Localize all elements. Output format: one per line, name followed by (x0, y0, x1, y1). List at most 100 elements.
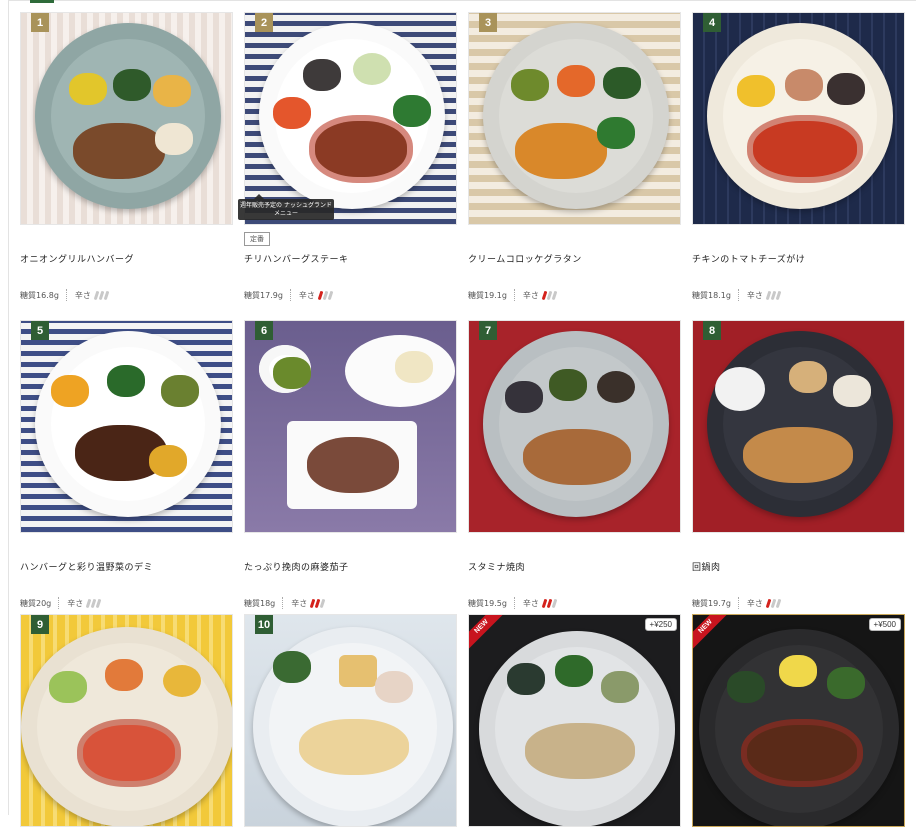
spice-label: 辛さ (746, 290, 763, 300)
menu-name[interactable]: クリームコロッケグラタン (468, 252, 582, 265)
spice-rating (765, 598, 782, 608)
spice-label: 辛さ (298, 290, 315, 300)
menu-card[interactable]: 9 (20, 614, 233, 827)
carb-prefix: 糖質 (692, 598, 708, 608)
rank-badge: 4 (703, 13, 721, 32)
menu-card[interactable]: 7 スタミナ焼肉 糖質 19.5g 辛さ (468, 320, 681, 609)
menu-meta: 糖質 17.9g 辛さ (244, 289, 334, 301)
price-badge: +¥500 (868, 618, 901, 631)
menu-name[interactable]: ハンバーグと彩り温野菜のデミ (20, 560, 153, 573)
carb-value: 19.1g (484, 290, 507, 300)
menu-name[interactable]: チキンのトマトチーズがけ (692, 252, 805, 265)
carb-value: 18g (260, 598, 276, 608)
carb-value: 19.5g (484, 598, 507, 608)
divider (289, 289, 292, 301)
divider (737, 289, 740, 301)
spice-label: 辛さ (67, 598, 84, 608)
carb-value: 19.7g (708, 598, 731, 608)
divider (513, 289, 516, 301)
spice-rating (765, 290, 782, 300)
carb-value: 18.1g (708, 290, 731, 300)
menu-photo[interactable]: 7 (468, 320, 681, 533)
carb-prefix: 糖質 (244, 598, 260, 608)
menu-photo[interactable]: 2 (244, 12, 457, 225)
menu-photo[interactable]: 5 (20, 320, 233, 533)
menu-card[interactable]: NEW +¥250 (468, 614, 681, 827)
menu-meta: 糖質 18.1g 辛さ (692, 289, 782, 301)
chili-icon (551, 598, 558, 608)
chili-icon (775, 290, 782, 300)
rank-badge: 7 (479, 321, 497, 340)
menu-name[interactable]: オニオングリルハンバーグ (20, 252, 134, 265)
rank-badge: 9 (31, 615, 49, 634)
rank-badge: 2 (255, 13, 273, 32)
spice-rating (85, 598, 102, 608)
spice-label: 辛さ (522, 290, 539, 300)
spice-rating (317, 290, 334, 300)
carb-prefix: 糖質 (468, 598, 484, 608)
chili-icon (95, 598, 102, 608)
menu-photo[interactable]: 1 (20, 12, 233, 225)
divider (58, 597, 60, 609)
menu-name[interactable]: スタミナ焼肉 (468, 560, 525, 573)
rank-badge: 10 (255, 615, 273, 634)
divider (65, 289, 68, 301)
spice-label: 辛さ (746, 598, 763, 608)
chili-icon (327, 290, 334, 300)
menu-meta: 糖質 20g 辛さ (20, 597, 102, 609)
carb-prefix: 糖質 (20, 290, 36, 300)
menu-card[interactable]: NEW +¥500 (692, 614, 905, 827)
chili-icon (775, 598, 782, 608)
spice-rating (93, 290, 110, 300)
menu-photo[interactable]: 8 (692, 320, 905, 533)
menu-meta: 糖質 16.8g 辛さ (20, 289, 110, 301)
price-badge: +¥250 (644, 618, 677, 631)
menu-photo[interactable]: NEW +¥250 (468, 614, 681, 827)
menu-card[interactable]: 2 週年販売予定の ナッシュグランドメニュー 定番 チリハンバーグステーキ 糖質… (238, 12, 457, 301)
spice-rating (309, 598, 326, 608)
menu-card[interactable]: 5 ハンバーグと彩り温野菜のデミ 糖質 20g 辛さ (20, 320, 233, 609)
menu-card[interactable]: 6 たっぷり挽肉の麻婆茄子 糖質 18g 辛さ (244, 320, 457, 609)
rank-badge: 5 (31, 321, 49, 340)
divider (737, 597, 740, 609)
rank-badge: 3 (479, 13, 497, 32)
menu-photo[interactable]: 3 (468, 12, 681, 225)
rank-badge: 1 (31, 13, 49, 32)
menu-meta: 糖質 18g 辛さ (244, 597, 326, 609)
carb-prefix: 糖質 (692, 290, 708, 300)
menu-meta: 糖質 19.1g 辛さ (468, 289, 558, 301)
menu-photo[interactable]: 4 (692, 12, 905, 225)
menu-card[interactable]: 1 オニオングリルハンバーグ 糖質 16.8g 辛さ (20, 12, 233, 301)
menu-photo[interactable]: 6 (244, 320, 457, 533)
menu-photo[interactable]: 9 (20, 614, 233, 827)
chili-icon (319, 598, 326, 608)
carb-value: 20g (36, 598, 52, 608)
spice-rating (541, 290, 558, 300)
standard-tag: 定番 (244, 232, 270, 246)
spice-rating (541, 598, 558, 608)
menu-name[interactable]: 回鍋肉 (692, 560, 721, 573)
carb-prefix: 糖質 (20, 598, 36, 608)
menu-card[interactable]: 4 チキンのトマトチーズがけ 糖質 18.1g 辛さ (692, 12, 905, 301)
divider (282, 597, 284, 609)
carb-value: 17.9g (260, 290, 283, 300)
chili-icon (103, 290, 110, 300)
carb-prefix: 糖質 (244, 290, 260, 300)
menu-photo[interactable]: NEW +¥500 (692, 614, 905, 827)
menu-meta: 糖質 19.7g 辛さ (692, 597, 782, 609)
menu-card[interactable]: 8 回鍋肉 糖質 19.7g 辛さ (692, 320, 905, 609)
carb-prefix: 糖質 (468, 290, 484, 300)
spice-label: 辛さ (74, 290, 91, 300)
rank-badge: 8 (703, 321, 721, 340)
carb-value: 16.8g (36, 290, 59, 300)
spice-label: 辛さ (522, 598, 539, 608)
menu-name[interactable]: チリハンバーグステーキ (244, 252, 349, 265)
chili-icon (551, 290, 558, 300)
menu-name[interactable]: たっぷり挽肉の麻婆茄子 (244, 560, 349, 573)
menu-card[interactable]: 3 クリームコロッケグラタン 糖質 19.1g 辛さ (468, 12, 681, 301)
rank-badge: 6 (255, 321, 273, 340)
menu-photo[interactable]: 10 (244, 614, 457, 827)
divider (513, 597, 516, 609)
menu-card[interactable]: 10 (244, 614, 457, 827)
frame-tab-indicator (30, 0, 54, 3)
